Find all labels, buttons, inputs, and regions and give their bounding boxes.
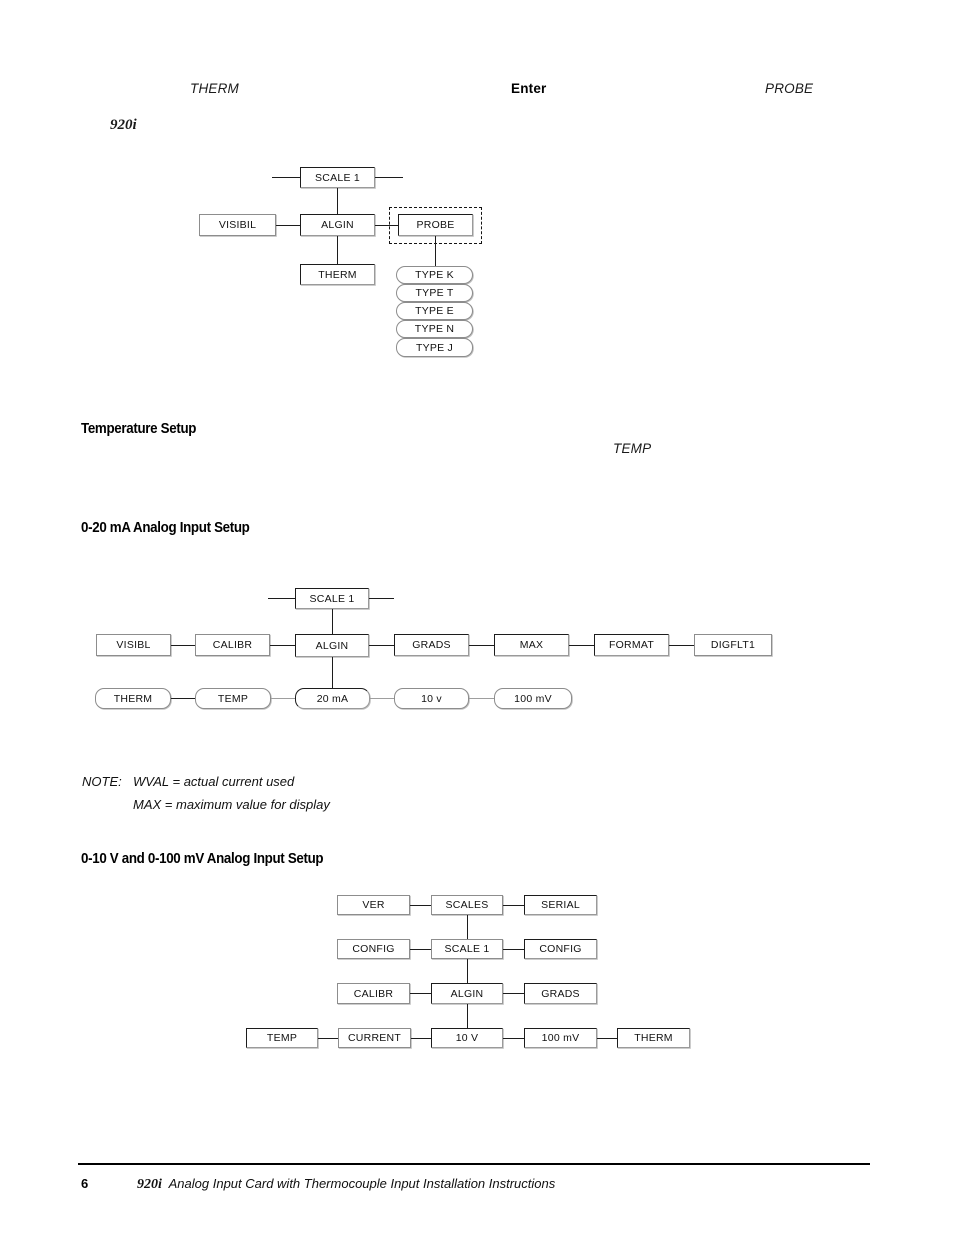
d3-node-100mv: 100 mV	[524, 1028, 597, 1048]
d3-node-scales: SCALES	[431, 895, 503, 915]
d3-connector-ver-scales	[410, 905, 431, 906]
d3-node-therm: THERM	[617, 1028, 690, 1048]
d3-node-ver: VER	[337, 895, 410, 915]
d3-node-calibr: CALIBR	[337, 983, 410, 1004]
d3-connector-calibr-algin	[410, 993, 431, 994]
footer-title: 920i Analog Input Card with Thermocouple…	[137, 1176, 555, 1193]
d3-node-algin: ALGIN	[431, 983, 503, 1004]
footer-rule	[78, 1163, 870, 1165]
diagram-0-10v-0-100mv-menu: VER SCALES SERIAL CONFIG SCALE 1 CONFIG …	[0, 0, 954, 1235]
d3-connector-10v-100mv	[503, 1038, 524, 1039]
footer-page-number: 6	[81, 1176, 89, 1191]
d3-node-grads: GRADS	[524, 983, 597, 1004]
d3-connector-temp-current	[318, 1038, 338, 1039]
d3-connector-scales-serial	[503, 905, 524, 906]
d3-node-current: CURRENT	[338, 1028, 411, 1048]
d3-node-temp: TEMP	[246, 1028, 318, 1048]
d3-connector-algin-10v	[467, 1004, 468, 1028]
page-root: { "page": { "number": "6", "footer_title…	[0, 0, 954, 1235]
d3-node-config-left: CONFIG	[337, 939, 410, 959]
d3-connector-100mv-therm	[597, 1038, 617, 1039]
d3-connector-scale1-algin	[467, 959, 468, 983]
d3-connector-algin-grads	[503, 993, 524, 994]
footer-title-text: Analog Input Card with Thermocouple Inpu…	[168, 1176, 556, 1191]
footer-title-prefix: 920i	[137, 1177, 162, 1192]
d3-connector-scale1-config	[503, 949, 524, 950]
d3-node-10v: 10 V	[431, 1028, 503, 1048]
d3-node-serial: SERIAL	[524, 895, 597, 915]
d3-connector-config-scale1	[410, 949, 431, 950]
d3-node-scale-1: SCALE 1	[431, 939, 503, 959]
d3-connector-scales-scale1	[467, 915, 468, 939]
d3-connector-current-10v	[411, 1038, 431, 1039]
d3-node-config-right: CONFIG	[524, 939, 597, 959]
